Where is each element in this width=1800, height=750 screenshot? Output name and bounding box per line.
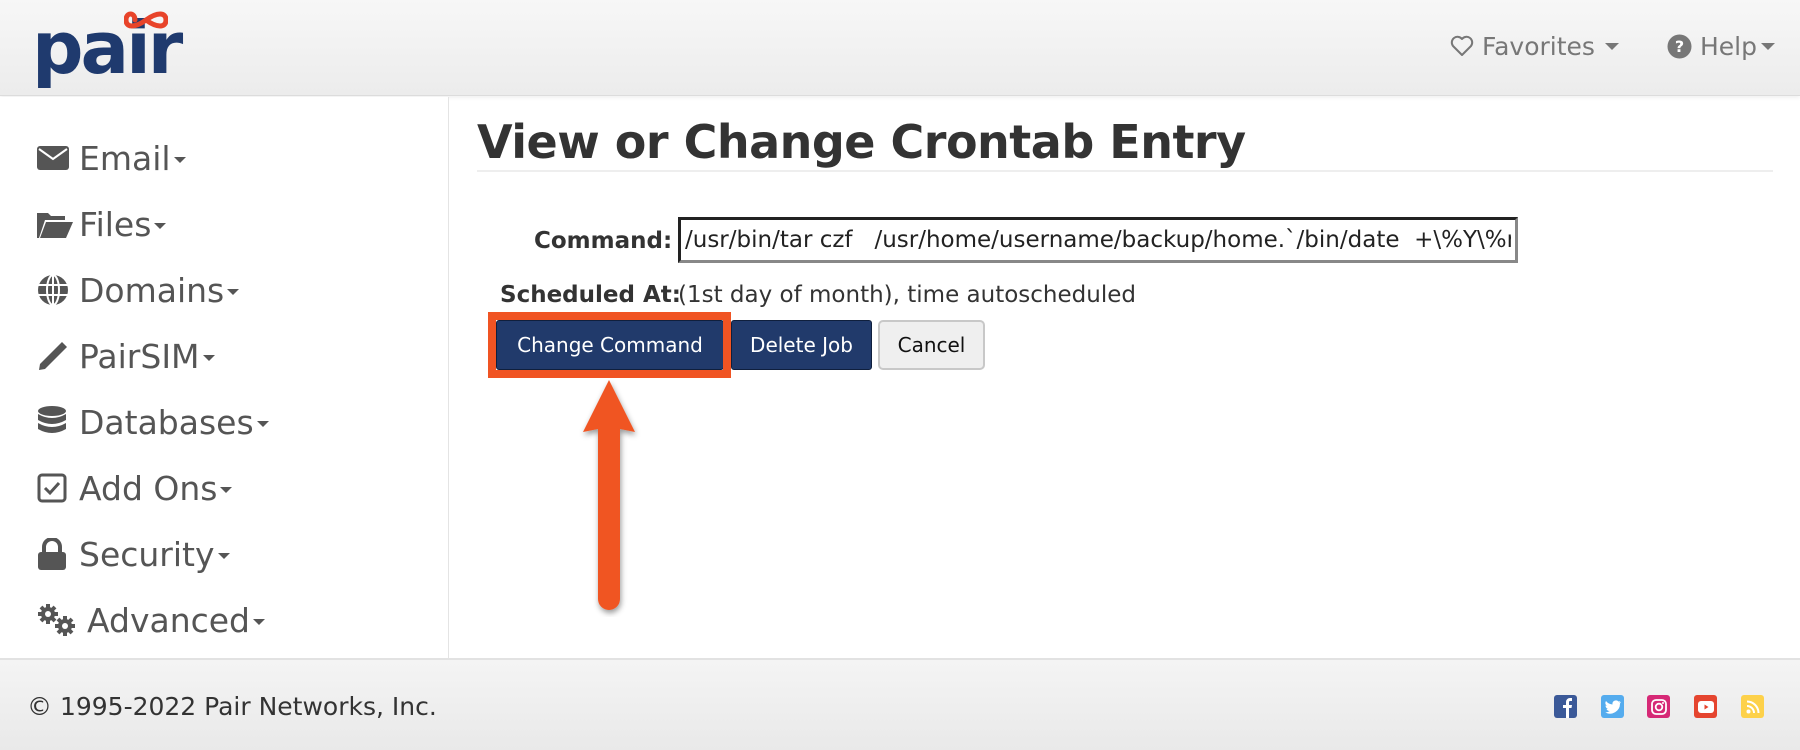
heart-icon	[1450, 35, 1474, 57]
sidebar-item-label: Security	[79, 534, 215, 574]
pair-logo[interactable]: pair	[32, 4, 183, 94]
youtube-icon[interactable]	[1694, 695, 1717, 718]
chevron-down-icon	[1761, 42, 1775, 50]
sidebar-item-label: Databases	[79, 402, 254, 442]
instagram-icon[interactable]	[1647, 695, 1670, 718]
scheduled-at-value: (1st day of month), time autoscheduled	[678, 282, 1136, 308]
chevron-down-icon	[217, 553, 230, 559]
command-input[interactable]	[678, 217, 1518, 263]
sidebar-item-label: PairSIM	[79, 336, 200, 376]
question-circle-icon: ?	[1667, 34, 1692, 59]
chevron-down-icon	[256, 421, 269, 427]
title-divider	[477, 170, 1773, 172]
infinity-icon	[124, 11, 168, 29]
favorites-label: Favorites	[1482, 31, 1595, 61]
sidebar-item-databases[interactable]: Databases	[37, 400, 269, 444]
sidebar-item-label: Email	[79, 138, 171, 178]
chevron-down-icon	[227, 289, 240, 295]
sidebar-item-add-ons[interactable]: Add Ons	[37, 466, 233, 510]
page-title: View or Change Crontab Entry	[477, 115, 1246, 169]
rss-icon[interactable]	[1741, 695, 1764, 718]
sidebar-item-label: Advanced	[87, 600, 251, 640]
chevron-down-icon	[173, 157, 186, 163]
facebook-icon[interactable]	[1554, 695, 1577, 718]
twitter-icon[interactable]	[1601, 695, 1624, 718]
chevron-down-icon	[220, 487, 233, 493]
checkbox-icon	[37, 473, 73, 503]
main-content: View or Change Crontab Entry Command: Sc…	[450, 97, 1800, 658]
chevron-down-icon	[202, 355, 215, 361]
sidebar-item-label: Domains	[79, 270, 225, 310]
lock-icon	[37, 538, 73, 570]
chevron-down-icon	[1604, 42, 1619, 50]
copyright-text: © 1995-2022 Pair Networks, Inc.	[27, 692, 437, 721]
command-label: Command:	[534, 228, 673, 254]
pencil-icon	[37, 340, 73, 372]
scheduled-at-label: Scheduled At:	[500, 282, 681, 308]
gears-icon	[37, 604, 81, 636]
help-label: Help	[1700, 31, 1757, 61]
database-icon	[37, 406, 73, 438]
footer: © 1995-2022 Pair Networks, Inc.	[0, 658, 1800, 750]
sidebar-item-label: Add Ons	[79, 468, 218, 508]
favorites-menu[interactable]: Favorites	[1450, 28, 1619, 64]
top-header: pair Favorites ? Help	[0, 0, 1800, 96]
envelope-icon	[37, 146, 73, 170]
svg-text:?: ?	[1675, 37, 1684, 56]
sidebar-item-pairsim[interactable]: PairSIM	[37, 334, 215, 378]
folder-open-icon	[37, 210, 73, 238]
chevron-down-icon	[253, 619, 266, 625]
arrow-up-annotation-icon	[583, 380, 635, 610]
globe-icon	[37, 274, 73, 306]
sidebar-item-files[interactable]: Files	[37, 202, 167, 246]
sidebar-item-security[interactable]: Security	[37, 532, 230, 576]
sidebar-item-email[interactable]: Email	[37, 136, 186, 180]
sidebar-item-advanced[interactable]: Advanced	[37, 598, 266, 642]
sidebar: Email Files Domains PairSIM Databases Ad	[0, 97, 449, 658]
chevron-down-icon	[154, 223, 167, 229]
help-menu[interactable]: ? Help	[1667, 28, 1775, 64]
cancel-button[interactable]: Cancel	[878, 320, 985, 370]
sidebar-item-domains[interactable]: Domains	[37, 268, 240, 312]
delete-job-button[interactable]: Delete Job	[731, 320, 872, 370]
sidebar-item-label: Files	[79, 204, 152, 244]
change-command-button[interactable]: Change Command	[496, 320, 724, 370]
